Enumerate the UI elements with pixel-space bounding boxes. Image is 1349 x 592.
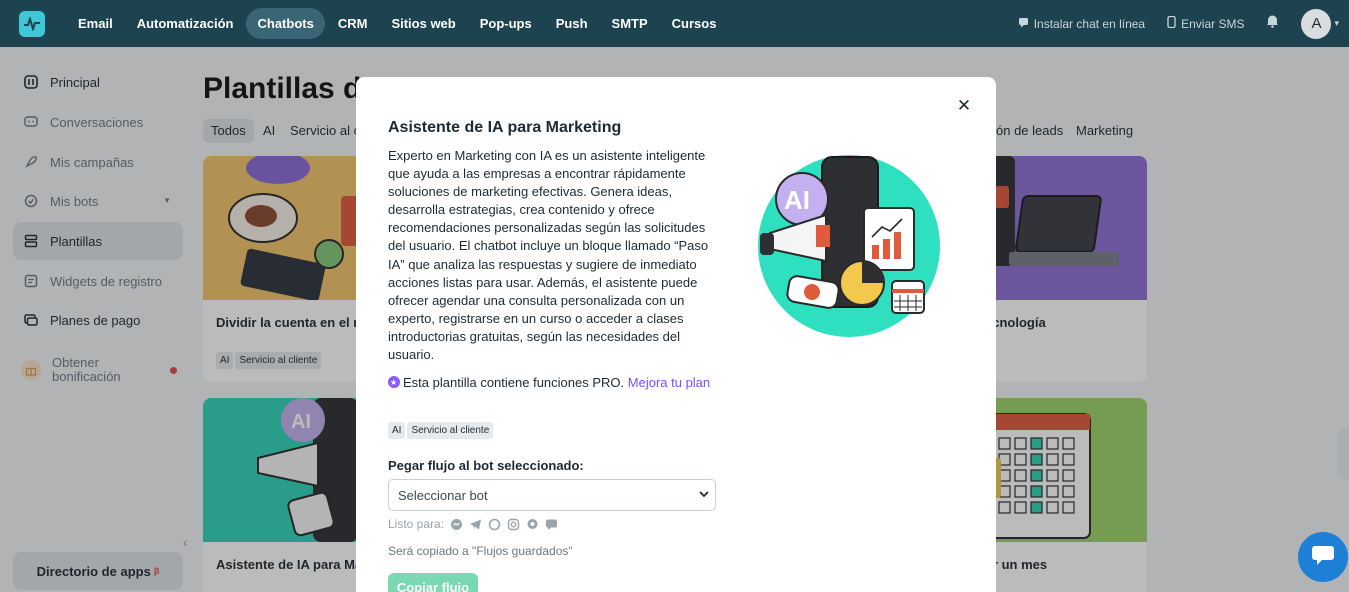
nav-popups[interactable]: Pop-ups bbox=[469, 8, 543, 39]
user-menu[interactable]: A ▾ bbox=[1301, 8, 1339, 39]
ready-for-channels: Listo para: bbox=[388, 517, 558, 531]
telegram-icon bbox=[469, 518, 482, 531]
pro-star-icon bbox=[388, 374, 400, 392]
ai-bubble-text: AI bbox=[784, 185, 810, 215]
support-chat-button[interactable] bbox=[1298, 532, 1348, 582]
top-bar: Email Automatización Chatbots CRM Sitios… bbox=[0, 0, 1349, 47]
chat-icon bbox=[1018, 17, 1029, 31]
copy-flow-button[interactable]: Copiar flujo bbox=[388, 573, 478, 592]
send-sms-label: Enviar SMS bbox=[1181, 16, 1245, 31]
nav-automation[interactable]: Automatización bbox=[126, 8, 245, 39]
chat-icon bbox=[1311, 544, 1335, 571]
messenger-icon bbox=[450, 518, 463, 531]
copied-note: Será copiado a "Flujos guardados" bbox=[388, 544, 573, 558]
logo[interactable] bbox=[19, 10, 45, 37]
bot-select[interactable]: Seleccionar bot bbox=[388, 479, 716, 511]
main-nav: Email Automatización Chatbots CRM Sitios… bbox=[67, 8, 727, 39]
template-illustration: AI bbox=[756, 153, 942, 339]
tag-customer-service: Servicio al cliente bbox=[407, 422, 494, 439]
nav-email[interactable]: Email bbox=[67, 8, 124, 39]
modal-title: Asistente de IA para Marketing bbox=[388, 119, 622, 136]
send-sms-link[interactable]: Enviar SMS bbox=[1167, 15, 1245, 31]
nav-chatbots[interactable]: Chatbots bbox=[246, 8, 325, 39]
nav-websites[interactable]: Sitios web bbox=[380, 8, 466, 39]
template-modal: ✕ Asistente de IA para Marketing Experto… bbox=[356, 77, 996, 592]
phone-icon bbox=[1167, 15, 1176, 31]
viber-icon bbox=[526, 518, 539, 531]
install-chat-label: Instalar chat en línea bbox=[1033, 16, 1146, 31]
pro-notice: Esta plantilla contiene funciones PRO. M… bbox=[388, 374, 718, 392]
livechat-icon bbox=[545, 518, 558, 531]
ready-label: Listo para: bbox=[388, 517, 445, 531]
chevron-down-icon: ▾ bbox=[1334, 18, 1339, 28]
bell-icon[interactable] bbox=[1266, 14, 1279, 33]
modal-description: Experto en Marketing con IA es un asiste… bbox=[388, 148, 709, 363]
bot-select-value: Seleccionar bot bbox=[398, 487, 488, 503]
pro-text: Esta plantilla contiene funciones PRO. bbox=[403, 375, 625, 390]
whatsapp-icon bbox=[488, 518, 501, 531]
close-icon[interactable]: ✕ bbox=[954, 96, 974, 116]
chevron-down-icon bbox=[698, 488, 710, 500]
install-chat-link[interactable]: Instalar chat en línea bbox=[1018, 17, 1145, 31]
nav-crm[interactable]: CRM bbox=[327, 8, 379, 39]
avatar: A bbox=[1301, 8, 1332, 39]
nav-smtp[interactable]: SMTP bbox=[601, 8, 659, 39]
instagram-icon bbox=[507, 518, 520, 531]
upgrade-plan-link[interactable]: Mejora tu plan bbox=[628, 375, 710, 390]
nav-push[interactable]: Push bbox=[545, 8, 599, 39]
paste-flow-label: Pegar flujo al bot seleccionado: bbox=[388, 458, 584, 473]
tag-ai: AI bbox=[388, 422, 406, 439]
nav-courses[interactable]: Cursos bbox=[661, 8, 728, 39]
